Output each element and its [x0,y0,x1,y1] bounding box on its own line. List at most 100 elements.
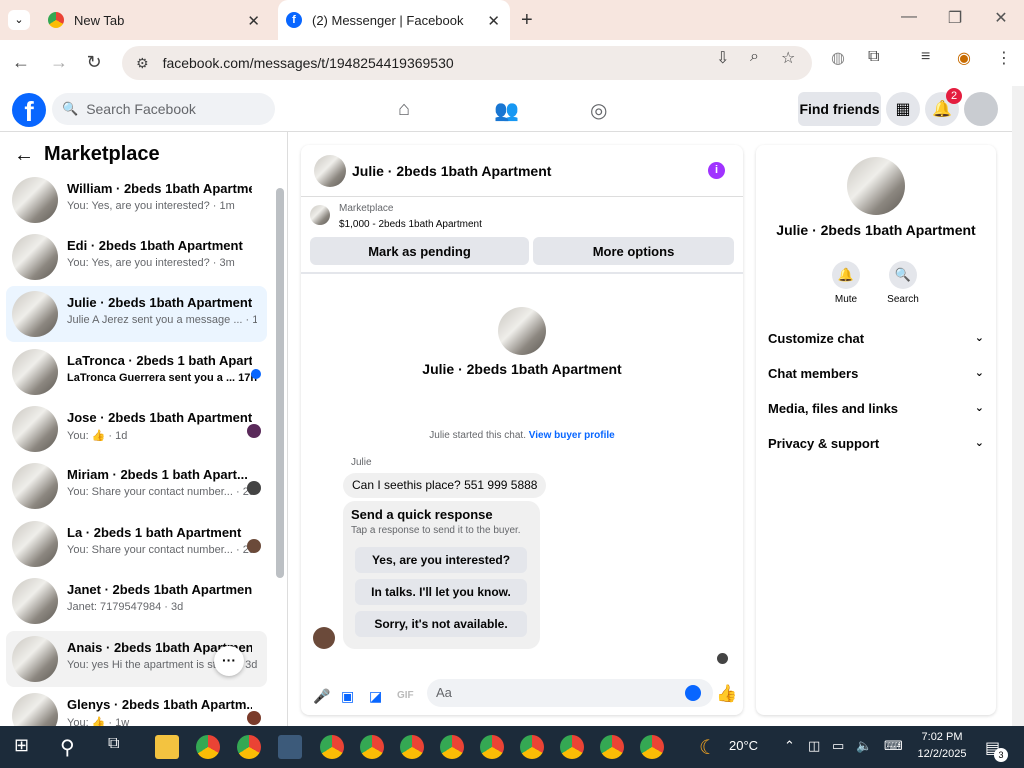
conversation-item[interactable]: Edi · 2beds 1bath Apartment You: Yes, ar… [6,229,267,285]
windows-start-icon[interactable]: ⊞ [14,735,38,759]
tab-new-tab[interactable]: New Tab ✕ [38,0,270,40]
reload-icon[interactable]: ↻ [83,52,105,73]
zoom-icon[interactable]: ⌕ [750,48,759,66]
search-button[interactable]: 🔍 Search [883,261,923,305]
thumbs-up-icon[interactable]: 👍 [716,684,737,704]
details-section-chat-members[interactable]: Chat members ⌄ [768,366,984,381]
clock-date[interactable]: 12/2/2025 [914,748,970,760]
chrome-icon[interactable] [440,735,464,759]
emoji-icon[interactable] [685,685,701,701]
sticker-icon[interactable]: ◪ [369,688,382,705]
weather-temperature[interactable]: 20°C [729,738,758,753]
conversation-name: Edi · 2beds 1bath Apartment [67,238,243,253]
forward-icon[interactable]: → [48,52,70,73]
find-friends-button[interactable]: Find friends [798,92,881,126]
keyboard-icon[interactable]: ⌨ [884,738,903,754]
search-facebook-input[interactable]: 🔍 Search Facebook [52,93,275,125]
mute-button[interactable]: 🔔 Mute [826,261,866,305]
task-view-icon[interactable]: ⧉ [108,735,132,759]
file-explorer-icon[interactable] [155,735,179,759]
sidebar-scrollbar[interactable] [276,188,284,578]
show-hidden-icons-icon[interactable]: ⌃ [784,738,795,754]
menu-icon[interactable]: ⋮ [996,48,1012,68]
conversation-item[interactable]: Glenys · 2beds 1bath Apartm... You: 👍 · … [6,688,267,726]
avatar [12,578,58,624]
minimize-icon[interactable]: — [897,8,921,26]
gif-icon[interactable]: GIF [397,690,414,701]
new-tab-button[interactable]: + [521,9,533,32]
page-scrollbar[interactable] [1012,86,1024,726]
profile-icon[interactable]: ◉ [957,48,971,68]
chrome-icon[interactable] [320,735,344,759]
details-section-customize-chat[interactable]: Customize chat ⌄ [768,331,984,346]
network-icon[interactable]: ▭ [832,738,844,754]
chrome-icon[interactable] [600,735,624,759]
browser-tab-strip: ⌄ New Tab ✕ f (2) Messenger | Facebook ✕… [0,0,1024,40]
chat-title[interactable]: Julie · 2beds 1bath Apartment [352,163,551,179]
close-window-icon[interactable]: ✕ [989,8,1013,28]
translate-icon[interactable]: ◍ [831,48,845,68]
weather-moon-icon[interactable]: ☾ [699,735,723,759]
chrome-active-icon[interactable] [278,735,302,759]
conversation-item[interactable]: La · 2beds 1 bath Apartment You: Share y… [6,516,267,572]
mark-as-pending-button[interactable]: Mark as pending [310,237,529,265]
back-icon[interactable]: ← [10,52,32,73]
details-section-media[interactable]: Media, files and links ⌄ [768,401,984,416]
site-info-icon[interactable]: ⚙ [136,55,149,72]
chat-avatar[interactable] [314,155,346,187]
message-bubble[interactable]: Can I seethis place? 551 999 5888 [343,473,547,498]
quick-response-button[interactable]: Sorry, it's not available. [355,611,527,637]
facebook-logo-icon[interactable]: f [12,93,46,127]
camera-icon[interactable]: ◫ [808,738,820,754]
info-icon[interactable]: i [708,162,725,179]
conversation-item-active[interactable]: Julie · 2beds 1bath Apartment Julie A Je… [6,286,267,342]
chrome-icon[interactable] [560,735,584,759]
media-controls-icon[interactable]: ≡ [921,48,930,66]
chrome-icon[interactable] [360,735,384,759]
facebook-header: f 🔍 Search Facebook ⌂ 👥 ◎ Find friends ▦… [0,86,1012,132]
details-section-privacy[interactable]: Privacy & support ⌄ [768,436,984,451]
search-icon[interactable]: ⚲ [60,735,84,759]
friends-icon[interactable]: 👥 [494,98,519,123]
listing-thumbnail[interactable] [310,205,330,225]
bookmark-star-icon[interactable]: ☆ [781,48,795,68]
chrome-icon[interactable] [400,735,424,759]
microphone-icon[interactable]: 🎤 [313,688,330,705]
chrome-icon[interactable] [237,735,261,759]
close-tab-icon[interactable]: ✕ [247,12,260,30]
volume-icon[interactable]: 🔈 [856,738,872,754]
tab-search-button[interactable]: ⌄ [8,10,30,30]
extensions-icon[interactable]: ⧉ [868,48,879,66]
install-app-icon[interactable]: ⇩ [716,48,729,68]
chrome-icon[interactable] [196,735,220,759]
back-arrow-icon[interactable]: ← [14,144,34,167]
home-icon[interactable]: ⌂ [398,98,410,121]
conversation-item[interactable]: William · 2beds 1bath Apartment You: Yes… [6,172,267,228]
details-avatar[interactable] [847,157,905,215]
quick-response-button[interactable]: Yes, are you interested? [355,547,527,573]
chrome-icon[interactable] [480,735,504,759]
more-options-button[interactable]: More options [533,237,734,265]
more-options-icon[interactable]: ··· [214,646,244,676]
groups-icon[interactable]: ◎ [590,98,607,123]
listing-price[interactable]: $1,000 - 2beds 1bath Apartment [339,219,482,230]
chrome-icon[interactable] [640,735,664,759]
close-tab-icon[interactable]: ✕ [487,12,500,30]
conversation-item[interactable]: Janet · 2beds 1bath Apartment Janet: 717… [6,573,267,629]
conversation-item[interactable]: LaTronca · 2beds 1 bath Apart... LaTronc… [6,344,267,400]
clock-time[interactable]: 7:02 PM [914,731,970,743]
quick-response-button[interactable]: In talks. I'll let you know. [355,579,527,605]
account-avatar[interactable] [964,92,998,126]
tab-messenger[interactable]: f (2) Messenger | Facebook ✕ [278,0,510,40]
conversation-item[interactable]: Jose · 2beds 1bath Apartment You: 👍 · 1d [6,401,267,457]
address-bar[interactable]: ⚙ facebook.com/messages/t/19482544193695… [122,46,812,80]
bell-icon: 🔔 [832,261,860,289]
view-buyer-profile-link[interactable]: View buyer profile [529,430,615,441]
menu-grid-icon[interactable]: ▦ [886,92,920,126]
chrome-icon[interactable] [520,735,544,759]
message-input[interactable]: Aa [427,679,713,707]
conversation-item[interactable]: Miriam · 2beds 1 bath Apart... You: Shar… [6,458,267,514]
windows-taskbar: ⊞ ⚲ ⧉ ☾ 20°C ⌃ ◫ ▭ 🔈 ⌨ 7:02 PM 12/2/2025… [0,726,1024,768]
photo-icon[interactable]: ▣ [341,688,354,705]
restore-icon[interactable]: ❐ [943,8,967,28]
